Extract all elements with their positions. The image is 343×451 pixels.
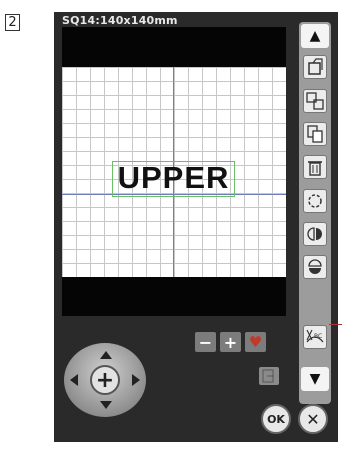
delete-icon <box>308 161 322 176</box>
grid-canvas[interactable]: UPPER <box>62 67 286 277</box>
scroll-down-button[interactable]: ▼ <box>301 367 329 391</box>
sewing-machine-screen: SQ14:140x140mm UPPER ▲ BC ▼ − + ♥ + OK ✕ <box>54 12 338 442</box>
center-button[interactable]: + <box>90 365 120 395</box>
edit-end-icon <box>262 369 274 383</box>
cancel-button[interactable]: ✕ <box>298 404 328 434</box>
group-button[interactable] <box>303 89 327 113</box>
triangle-up-icon: ▲ <box>309 28 321 44</box>
arrow-left-icon[interactable] <box>70 374 78 386</box>
rotate-icon <box>308 194 322 208</box>
arc-text-icon: BC <box>306 329 324 343</box>
density-heart-button[interactable]: ♥ <box>245 332 266 352</box>
arrow-down-icon[interactable] <box>100 401 112 409</box>
group-icon <box>306 92 324 110</box>
close-icon: ✕ <box>306 409 320 429</box>
mirror-horizontal-icon <box>307 227 322 241</box>
tool-sidebar: ▲ BC ▼ <box>299 22 331 404</box>
arrow-right-icon[interactable] <box>132 374 140 386</box>
hoop-size-label: SQ14:140x140mm <box>62 14 178 27</box>
direction-pad[interactable]: + <box>64 343 146 417</box>
scroll-up-button[interactable]: ▲ <box>301 24 329 48</box>
layout-button[interactable] <box>303 55 327 79</box>
size-decrease-button[interactable]: − <box>195 332 216 352</box>
layout-icon <box>308 58 323 75</box>
step-number: 2 <box>5 14 20 31</box>
arc-text-button[interactable]: BC <box>303 325 327 349</box>
edit-end-button[interactable] <box>259 367 279 385</box>
triangle-down-icon: ▼ <box>309 371 321 387</box>
arrow-up-icon[interactable] <box>100 351 112 359</box>
duplicate-icon <box>307 125 323 143</box>
embroidery-pattern[interactable]: UPPER <box>112 160 235 196</box>
edit-window: UPPER <box>62 27 286 316</box>
heart-icon: ♥ <box>248 333 263 351</box>
rotate-button[interactable] <box>303 189 327 213</box>
svg-text:BC: BC <box>314 333 322 340</box>
mirror-vertical-icon <box>308 259 322 274</box>
size-increase-button[interactable]: + <box>220 332 241 352</box>
plus-icon: + <box>95 367 115 393</box>
callout-line <box>329 324 342 325</box>
mirror-horizontal-button[interactable] <box>303 222 327 246</box>
ok-button[interactable]: OK <box>261 404 291 434</box>
mirror-vertical-button[interactable] <box>303 255 327 279</box>
delete-button[interactable] <box>303 155 327 179</box>
duplicate-button[interactable] <box>303 122 327 146</box>
